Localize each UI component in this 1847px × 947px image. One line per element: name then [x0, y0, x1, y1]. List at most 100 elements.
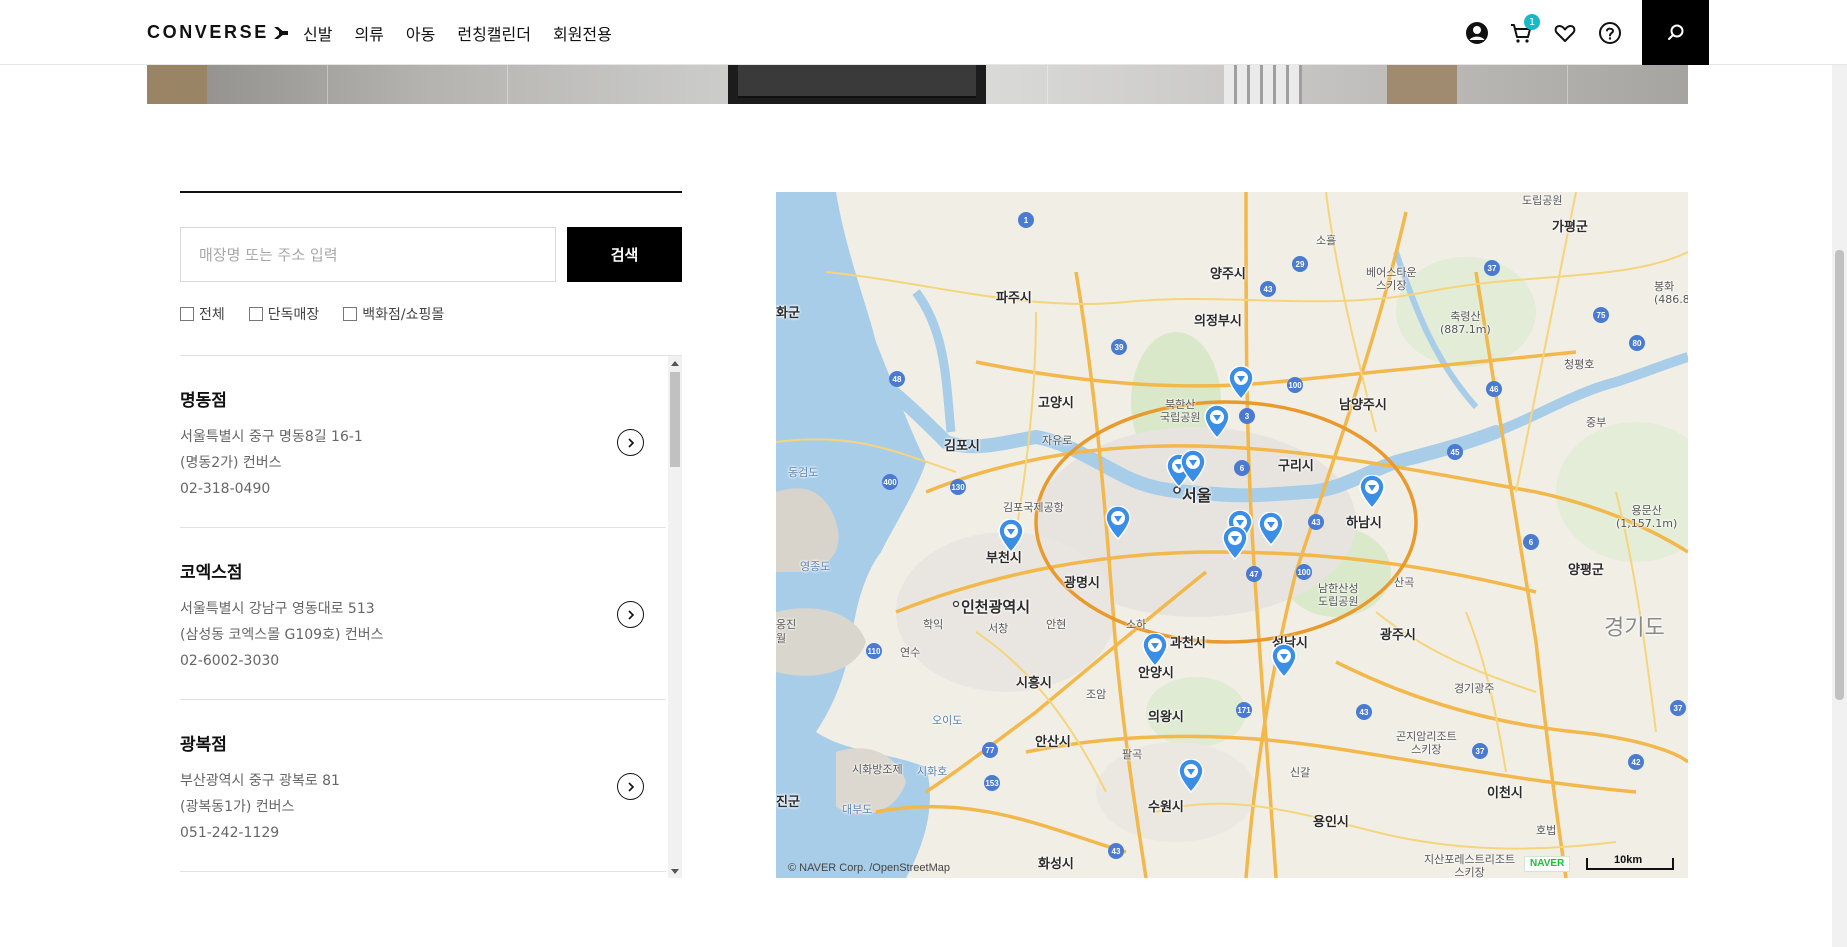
store-address-line1: 부산광역시 중구 광복로 81: [180, 773, 340, 789]
map-label-yeongjongdo: 영종도: [800, 560, 831, 573]
map-label-oido: 오이도: [932, 714, 963, 727]
map-label-soha: 소하: [1126, 618, 1147, 631]
store-phone: 02-6002-3030: [180, 653, 280, 669]
svg-text:153: 153: [985, 779, 999, 788]
svg-text:110: 110: [868, 647, 881, 656]
account-icon[interactable]: [1464, 20, 1490, 46]
cart-count-badge: 1: [1524, 14, 1540, 30]
store-address: 부산광역시 중구 광복로 81 (광복동1가) 컨버스 051-242-1129: [180, 768, 340, 846]
store-marker-pin-icon[interactable]: [1204, 405, 1230, 439]
map-label-gapyeong: 가평군: [1552, 220, 1588, 235]
map-label-jin: 진군: [776, 795, 800, 810]
store-detail-arrow-icon[interactable]: [617, 773, 644, 800]
wishlist-heart-icon[interactable]: [1552, 20, 1578, 46]
store-detail-arrow-icon[interactable]: [617, 429, 644, 456]
map-label-hanam: 하남시: [1346, 516, 1382, 531]
store-map[interactable]: 1 39 48 43 29 3 100 6 130 400 43 47 100 …: [776, 192, 1688, 878]
store-detail-arrow-icon[interactable]: [617, 601, 644, 628]
scroll-up-arrow-icon[interactable]: [668, 356, 682, 370]
store-marker-pin-icon[interactable]: [998, 519, 1024, 553]
map-label-uijeongbu: 의정부시: [1194, 314, 1242, 329]
map-label-gonjiam: 곤지암리조트 스키장: [1396, 730, 1457, 756]
map-label-hakik: 학익: [923, 618, 944, 631]
svg-text:43: 43: [1264, 285, 1273, 294]
store-name: 코엑스점: [180, 563, 243, 583]
svg-text:100: 100: [1288, 381, 1302, 390]
logo-text: CONVERSE: [147, 22, 269, 42]
help-question-icon[interactable]: [1597, 20, 1623, 46]
store-marker-pin-icon[interactable]: [1228, 366, 1254, 400]
filter-department-store-label: 백화점/쇼핑몰: [362, 307, 445, 323]
store-marker-pin-icon[interactable]: [1178, 759, 1204, 793]
map-label-jungbu: 중부: [1586, 416, 1607, 429]
map-label-yongin: 용인시: [1313, 815, 1349, 830]
page-scroll-thumb[interactable]: [1835, 250, 1844, 700]
nav-launch-calendar[interactable]: 런칭캘린더: [457, 21, 531, 45]
map-label-seochang: 서창: [988, 622, 1009, 635]
filter-department-store-checkbox[interactable]: [343, 307, 358, 321]
store-marker-pin-icon[interactable]: [1359, 475, 1385, 509]
store-item[interactable]: 명동점 서울특별시 중구 명동8길 16-1 (명동2가) 컨버스 02-318…: [180, 356, 666, 528]
svg-text:80: 80: [1633, 339, 1642, 348]
svg-text:42: 42: [1632, 758, 1641, 767]
store-search-input[interactable]: [180, 227, 556, 282]
filter-all[interactable]: 전체: [180, 304, 225, 324]
map-label-gimpo: 김포시: [944, 439, 980, 454]
svg-text:43: 43: [1360, 708, 1369, 717]
page-scrollbar[interactable]: [1832, 0, 1847, 947]
store-marker-pin-icon[interactable]: [1105, 506, 1131, 540]
svg-text:37: 37: [1476, 747, 1485, 756]
store-marker-pin-icon[interactable]: [1222, 526, 1248, 560]
map-label-bonghwa: 봉화 (486.8: [1654, 280, 1688, 306]
map-label-chugryeong: 축령산 (887.1m): [1440, 310, 1491, 336]
store-name: 광복점: [180, 735, 227, 755]
converse-logo[interactable]: CONVERSE: [147, 22, 289, 43]
filter-all-checkbox[interactable]: [180, 307, 194, 321]
map-label-bukhansan: 북한산 국립공원: [1160, 398, 1201, 424]
store-address-line2: (광복동1가) 컨버스: [180, 799, 295, 815]
scroll-thumb[interactable]: [670, 372, 680, 467]
cart-icon[interactable]: 1: [1508, 14, 1540, 46]
store-item[interactable]: 광복점 부산광역시 중구 광복로 81 (광복동1가) 컨버스 051-242-…: [180, 700, 666, 872]
nav-clothing[interactable]: 의류: [354, 21, 383, 45]
filter-standalone-checkbox[interactable]: [248, 307, 263, 321]
store-list: 명동점 서울특별시 중구 명동8길 16-1 (명동2가) 컨버스 02-318…: [180, 355, 682, 878]
store-item[interactable]: 코엑스점 서울특별시 강남구 영동대로 513 (삼성동 코엑스몰 G109호)…: [180, 528, 666, 700]
main-nav: 신발 의류 아동 런칭캘린더 회원전용: [303, 21, 612, 45]
map-label-gwacheon: 과천시: [1170, 636, 1206, 651]
header-search-button[interactable]: [1642, 0, 1709, 65]
svg-text:6: 6: [1240, 464, 1245, 473]
scroll-down-arrow-icon[interactable]: [668, 865, 682, 878]
naver-logo[interactable]: NAVER: [1524, 856, 1571, 872]
map-label-incheon: 인천광역시: [961, 598, 1031, 616]
store-address-line2: (삼성동 코엑스몰 G109호) 컨버스: [180, 627, 384, 643]
store-marker-pin-icon[interactable]: [1258, 512, 1284, 546]
filter-department-store[interactable]: 백화점/쇼핑몰: [343, 304, 444, 324]
store-list-scrollbar[interactable]: [668, 356, 682, 878]
svg-text:171: 171: [1237, 706, 1251, 715]
store-address-line2: (명동2가) 컨버스: [180, 455, 282, 471]
filter-standalone[interactable]: 단독매장: [248, 304, 319, 324]
store-marker-pin-icon[interactable]: [1271, 644, 1297, 678]
svg-text:45: 45: [1451, 448, 1460, 457]
map-label-sihwa-dam: 시화방조제: [852, 763, 903, 776]
store-phone: 02-318-0490: [180, 481, 271, 497]
nav-shoes[interactable]: 신발: [303, 21, 332, 45]
map-label-icheon: 이천시: [1487, 786, 1523, 801]
map-label-yangju: 양주시: [1210, 267, 1246, 282]
map-label-joam: 조암: [1086, 688, 1107, 701]
map-label-palgok: 팔곡: [1122, 748, 1143, 761]
map-label-soheul: 소흘: [1316, 234, 1337, 247]
map-label-hwaseong: 화성시: [1038, 857, 1074, 872]
svg-text:47: 47: [1250, 570, 1259, 579]
nav-members-only[interactable]: 회원전용: [553, 21, 612, 45]
nav-kids[interactable]: 아동: [406, 21, 435, 45]
map-label-jisan: 지산포레스트리조트 스키장: [1424, 853, 1516, 878]
store-phone: 051-242-1129: [180, 825, 280, 841]
svg-text:48: 48: [893, 375, 902, 384]
converse-chevron-icon: [273, 26, 288, 39]
store-marker-pin-icon[interactable]: [1180, 450, 1206, 484]
store-search-button[interactable]: 검색: [567, 227, 682, 282]
map-label-daebudo: 대부도: [842, 803, 873, 816]
store-marker-pin-icon[interactable]: [1142, 633, 1168, 667]
